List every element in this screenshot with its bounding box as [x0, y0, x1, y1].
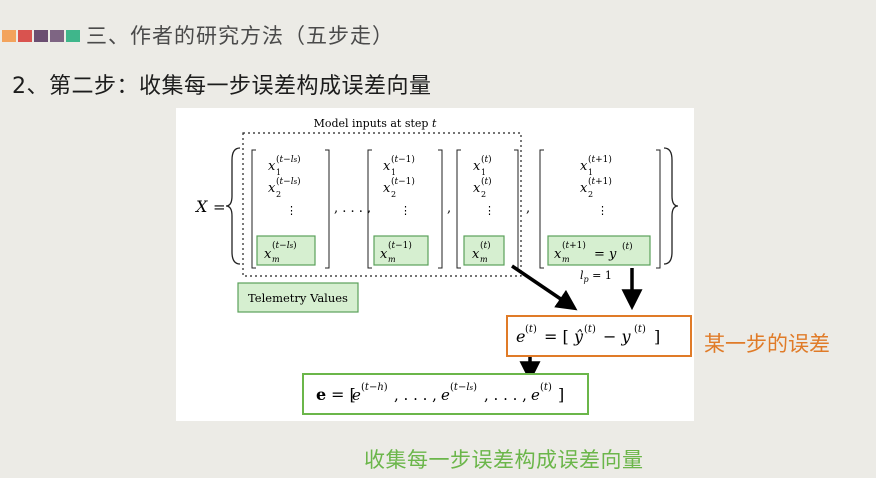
vector-t-minus-1: x (t−1) 1 x (t−1) 2 ⋮ x (t−1) m [367, 149, 443, 269]
svg-text:2: 2 [588, 190, 593, 199]
svg-text:− y: − y [603, 327, 632, 346]
svg-text:x: x [473, 181, 481, 196]
telemetry-label: Telemetry Values [248, 291, 348, 305]
svg-text:(t−ls): (t−ls) [276, 154, 301, 165]
svg-text:(t−ls): (t−ls) [276, 176, 301, 187]
svg-text:ŷ: ŷ [573, 327, 584, 346]
equals-sign: = [213, 198, 226, 216]
svg-text:, . . . ,: , . . . , [394, 386, 437, 404]
svg-text:x: x [472, 247, 480, 262]
svg-text:m: m [388, 255, 396, 264]
right-brace [663, 147, 679, 265]
svg-text:x: x [383, 181, 391, 196]
svg-text:(t−ls): (t−ls) [450, 382, 477, 393]
svg-text:x: x [473, 159, 481, 174]
svg-text:⋮: ⋮ [484, 204, 495, 217]
svg-text:(t−ls): (t−ls) [272, 240, 297, 251]
collect-errors-label: 收集每一步误差构成误差向量 [364, 448, 644, 472]
svg-text:= y: = y [594, 247, 617, 262]
svg-text:, . . . ,: , . . . , [484, 386, 527, 404]
svg-text:(t): (t) [480, 240, 491, 251]
svg-text:⋮: ⋮ [597, 204, 608, 217]
svg-text:(t+1): (t+1) [588, 176, 612, 187]
svg-text:(t): (t) [481, 176, 492, 187]
ellipsis-comma: , . . . , [334, 201, 371, 216]
svg-text:x: x [380, 247, 388, 262]
arrow-to-error-1 [511, 264, 578, 311]
vector-t-minus-ls: x (t−ls) 1 x (t−ls) 2 ⋮ x (t−ls) m [251, 149, 330, 269]
svg-text:⋮: ⋮ [400, 204, 411, 217]
svg-text:]: ] [558, 385, 564, 404]
svg-text:(t): (t) [634, 324, 646, 335]
svg-text:2: 2 [276, 190, 281, 199]
comma-1: , [447, 201, 451, 216]
single-step-error-label: 某一步的误差 [704, 332, 830, 356]
svg-text:x: x [264, 247, 272, 262]
svg-text:⋮: ⋮ [286, 204, 297, 217]
svg-text:= [: = [ [544, 327, 569, 346]
left-brace [225, 147, 241, 265]
x-symbol: X [194, 197, 208, 216]
svg-text:1: 1 [481, 168, 486, 177]
svg-text:(t−1): (t−1) [391, 176, 415, 187]
svg-text:x: x [580, 159, 588, 174]
svg-text:x: x [383, 159, 391, 174]
svg-text:(t+1): (t+1) [562, 240, 586, 251]
svg-text:1: 1 [391, 168, 396, 177]
figure-diagram: Model inputs at step t X = x (t−ls) 1 x … [194, 117, 692, 415]
svg-text:m: m [562, 255, 570, 264]
svg-text:1: 1 [588, 168, 593, 177]
error-box [506, 315, 692, 357]
svg-text:1: 1 [276, 168, 281, 177]
svg-text:(t−1): (t−1) [391, 154, 415, 165]
svg-text:(t): (t) [525, 324, 537, 335]
svg-text:(t−h): (t−h) [361, 382, 388, 393]
svg-text:e: e [531, 386, 540, 404]
lp-label: lp = 1 [580, 269, 612, 284]
svg-text:m: m [480, 255, 488, 264]
svg-text:2: 2 [391, 190, 396, 199]
svg-text:x: x [580, 181, 588, 196]
vector-t: x (t) 1 x (t) 2 ⋮ x (t) m [456, 149, 519, 269]
svg-text:(t+1): (t+1) [588, 154, 612, 165]
svg-text:2: 2 [481, 190, 486, 199]
svg-text:(t): (t) [540, 382, 552, 393]
svg-text:e: e [441, 386, 450, 404]
svg-text:(t): (t) [622, 241, 633, 252]
svg-text:(t): (t) [584, 324, 596, 335]
comma-2: , [526, 201, 530, 216]
model-inputs-label: Model inputs at step t [314, 117, 437, 130]
svg-text:x: x [554, 247, 562, 262]
svg-text:m: m [272, 255, 280, 264]
svg-text:x: x [268, 181, 276, 196]
vector-t-plus-1: x (t+1) 1 x (t+1) 2 ⋮ x (t+1) m = y (t) [539, 149, 661, 269]
svg-text:(t): (t) [481, 154, 492, 165]
svg-text:x: x [268, 159, 276, 174]
svg-text:(t−1): (t−1) [388, 240, 412, 251]
svg-text:]: ] [654, 327, 660, 346]
svg-text:e: e [316, 385, 326, 404]
svg-text:e: e [352, 386, 361, 404]
